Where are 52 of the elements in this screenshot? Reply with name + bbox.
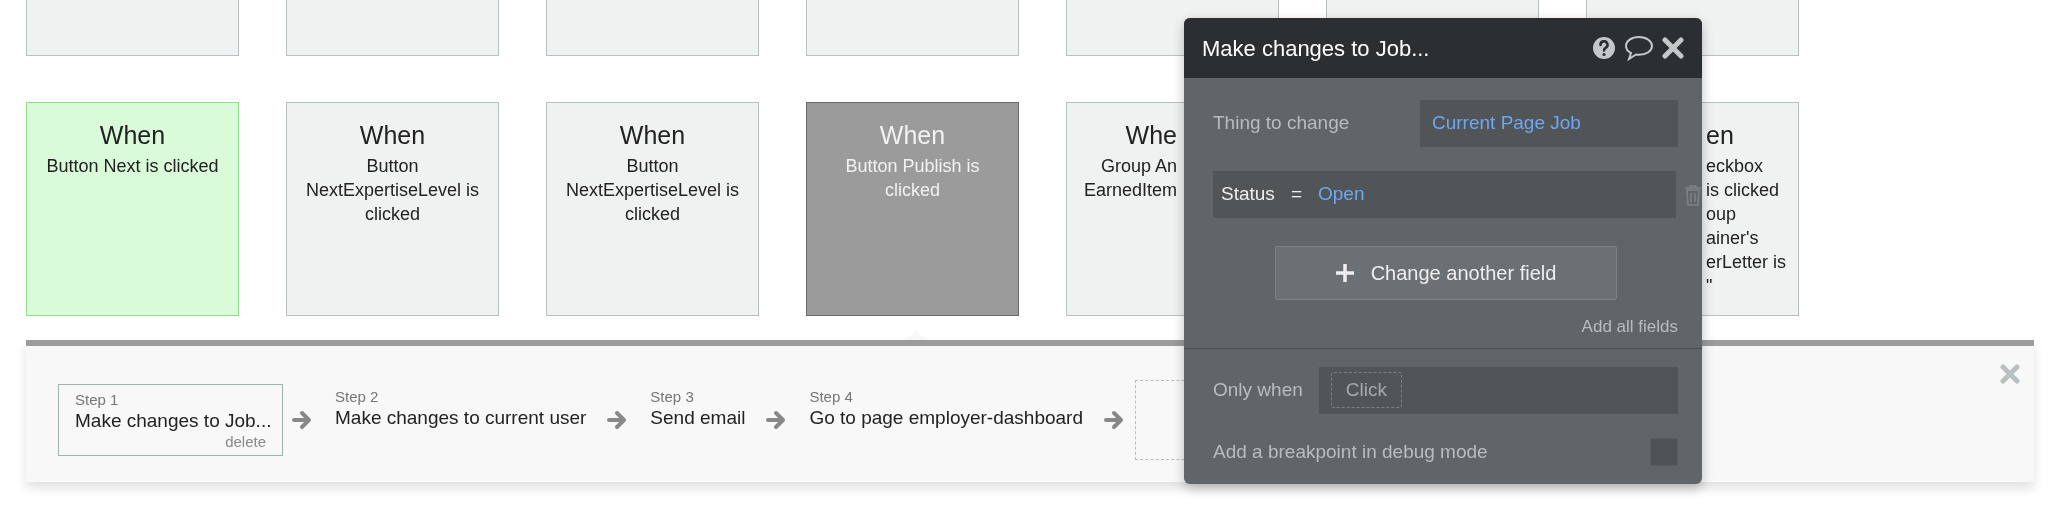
workflow-step[interactable]: Step 1 Make changes to Job... delete <box>58 384 283 456</box>
card-title: When <box>98 120 167 151</box>
card-title: When <box>878 120 947 151</box>
card-text: ainer's <box>1706 226 1760 250</box>
card-text: Button Next is clicked <box>45 154 220 178</box>
field-label: Only when <box>1213 377 1303 402</box>
close-icon[interactable] <box>1662 37 1684 59</box>
help-icon[interactable] <box>1592 36 1616 60</box>
step-label: Step 2 <box>335 388 380 406</box>
step-action: Go to page employer-dashboard <box>809 406 1083 430</box>
workflow-step[interactable]: Step 3 Send email <box>638 384 758 434</box>
plus-icon <box>1334 263 1355 283</box>
card-text: clicked <box>624 202 681 226</box>
card-text: Button <box>625 154 680 178</box>
field-row[interactable]: Status = Open <box>1213 171 1676 218</box>
card-text: NextExpertiseLevel is <box>564 178 741 202</box>
card-text: eckbox <box>1706 154 1765 178</box>
step-label: Step 4 <box>809 388 854 406</box>
field-name: Status <box>1221 182 1275 207</box>
step-label: Step 3 <box>650 388 695 406</box>
card-text: erLetter is <box>1706 250 1788 274</box>
card-text: EarnedItem <box>1082 178 1177 202</box>
card-text: oup <box>1706 202 1738 226</box>
card-title: When <box>618 120 687 151</box>
card-text: Button <box>365 154 420 178</box>
step-action: Make changes to current user <box>335 406 587 430</box>
event-card[interactable]: When Button NextExpertiseLevel is clicked <box>286 102 499 316</box>
card-text: NextExpertiseLevel is <box>304 178 481 202</box>
arrow-icon <box>292 410 314 430</box>
card-title: en <box>1706 120 1734 151</box>
workflow-step[interactable]: Step 2 Make changes to current user <box>323 384 599 434</box>
event-card[interactable]: When Button NextExpertiseLevel is clicked <box>546 102 759 316</box>
card-title: When <box>358 120 427 151</box>
card-text: is clicked <box>1706 178 1781 202</box>
operator-text: = <box>1290 182 1302 207</box>
card-text: clicked <box>884 178 941 202</box>
event-card[interactable]: When Button Next is clicked <box>26 102 239 316</box>
card-text: " <box>1706 274 1714 298</box>
card-title: Whe <box>1124 120 1177 151</box>
arrow-icon <box>1104 410 1126 430</box>
field-value: Open <box>1318 182 1365 207</box>
popup-title: Make changes to Job... <box>1202 34 1430 63</box>
card-text: Button Publish is <box>844 154 981 178</box>
trash-icon[interactable] <box>1684 183 1702 206</box>
workflow-step[interactable]: Step 4 Go to page employer-dashboard <box>797 384 1095 434</box>
add-field-button[interactable]: Change another field <box>1274 246 1617 300</box>
comment-icon[interactable] <box>1624 35 1654 61</box>
card-text: Group An <box>1099 154 1177 178</box>
breakpoint-label: Add a breakpoint in debug mode <box>1213 439 1488 464</box>
step-action: Send email <box>650 406 746 430</box>
card-text: clicked <box>364 202 421 226</box>
step-label: Step 1 <box>75 391 120 409</box>
